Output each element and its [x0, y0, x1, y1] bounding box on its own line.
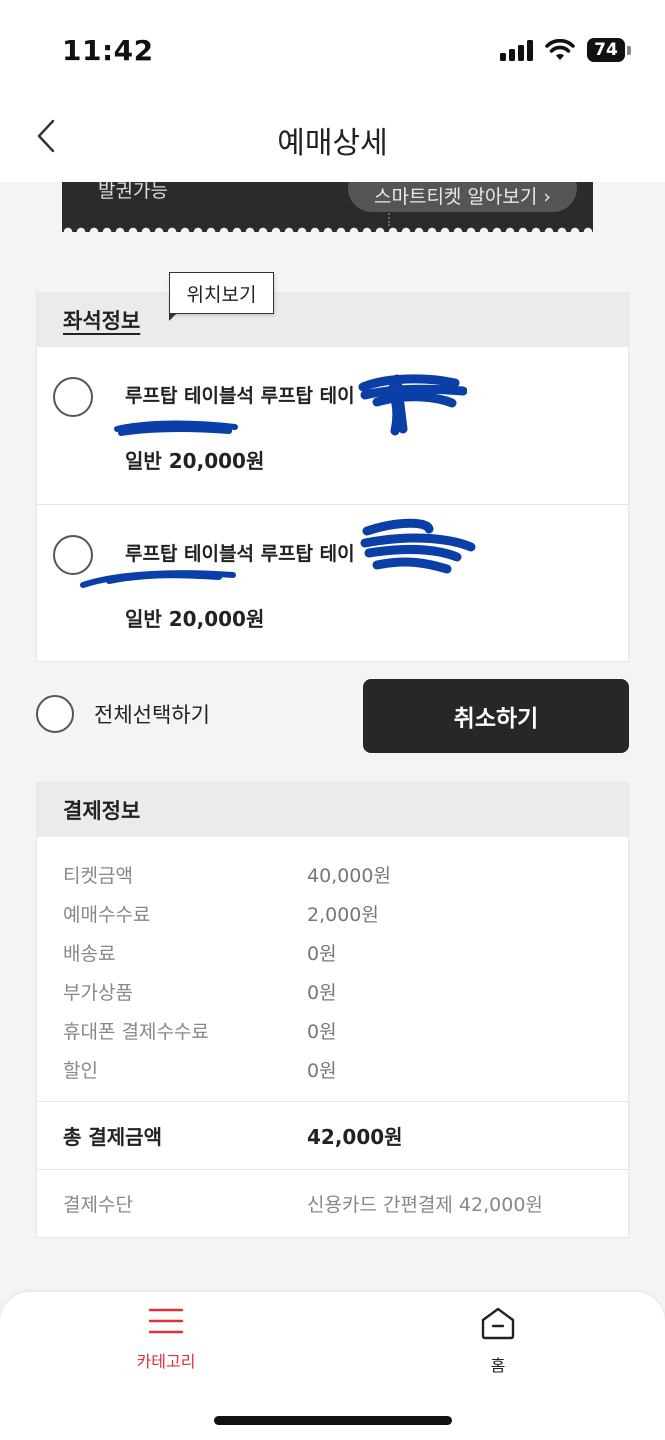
battery-level: 74 — [587, 38, 625, 62]
tab-home-label: 홈 — [490, 1356, 506, 1375]
home-icon — [481, 1307, 515, 1340]
payment-label: 예매수수료 — [63, 904, 151, 926]
select-all-radio[interactable] — [36, 695, 74, 733]
payment-row: 예매수수료 2,000원 — [37, 894, 628, 933]
ticket-stub: 발권가능 스마트티켓 알아보기 › — [62, 182, 593, 232]
payment-breakdown: 티켓금액 40,000원 예매수수료 2,000원 배송료 0원 부가상품 0원… — [37, 837, 628, 1102]
select-all-control[interactable]: 전체선택하기 — [36, 695, 210, 733]
location-tooltip[interactable]: 위치보기 — [169, 272, 274, 314]
cancel-button[interactable]: 취소하기 — [363, 679, 629, 753]
smart-ticket-button[interactable]: 스마트티켓 알아보기 › — [348, 182, 577, 212]
payment-value: 0원 — [307, 943, 337, 965]
seat-price: 일반 20,000원 — [125, 607, 265, 631]
tab-category-label: 카테고리 — [136, 1352, 196, 1371]
seat-name: 루프탑 테이블석 루프탑 테이 — [125, 543, 355, 565]
payment-label: 부가상품 — [63, 982, 133, 1004]
tab-category[interactable]: 카테고리 — [96, 1306, 236, 1386]
payment-info-card: 결제정보 티켓금액 40,000원 예매수수료 2,000원 배송료 0원 부가… — [36, 782, 629, 1238]
redaction-scribble — [358, 374, 467, 436]
seat-price: 일반 20,000원 — [125, 449, 265, 473]
payment-row: 할인 0원 — [37, 1050, 628, 1089]
seat-radio[interactable] — [53, 535, 93, 575]
total-label: 총 결제금액 — [63, 1125, 162, 1149]
wifi-icon — [545, 39, 575, 60]
select-all-label: 전체선택하기 — [94, 703, 210, 727]
status-icons: 74 — [500, 38, 631, 62]
payment-value: 0원 — [307, 1060, 337, 1082]
payment-label: 휴대폰 결제수수료 — [63, 1021, 209, 1043]
method-value: 신용카드 간편결제 42,000원 — [307, 1193, 543, 1216]
payment-label: 티켓금액 — [63, 865, 133, 887]
hamburger-menu-icon — [148, 1308, 184, 1334]
payment-value: 0원 — [307, 982, 337, 1004]
seat-row[interactable]: 루프탑 테이블석 루프탑 테이 일반 20,000원 — [37, 347, 628, 504]
issue-status: 발권가능 — [98, 182, 168, 202]
payment-info-title: 결제정보 — [37, 783, 628, 837]
seat-row[interactable]: 루프탑 테이블석 루프탑 테이 일반 20,000원 — [37, 504, 628, 661]
payment-value: 0원 — [307, 1021, 337, 1043]
payment-total-row: 총 결제금액 42,000원 — [37, 1102, 628, 1170]
nav-bar: 예매상세 — [0, 100, 665, 182]
status-bar: 11:42 74 — [0, 0, 665, 100]
seat-info-title[interactable]: 좌석정보 — [63, 305, 140, 335]
seat-radio[interactable] — [53, 377, 93, 417]
tooltip-tail — [169, 313, 177, 321]
payment-row: 부가상품 0원 — [37, 972, 628, 1011]
redaction-scribble — [80, 570, 236, 588]
redaction-scribble — [360, 518, 476, 574]
total-value: 42,000원 — [307, 1125, 403, 1149]
payment-row: 휴대폰 결제수수료 0원 — [37, 1011, 628, 1050]
payment-value: 2,000원 — [307, 904, 379, 926]
tab-home[interactable]: 홈 — [428, 1306, 568, 1386]
payment-method-row: 결제수단 신용카드 간편결제 42,000원 — [37, 1170, 628, 1236]
payment-value: 40,000원 — [307, 865, 391, 887]
page-title: 예매상세 — [277, 126, 388, 161]
seat-info-card: 좌석정보 루프탑 테이블석 루프탑 테이 일반 20,000원 루프탑 테이블석… — [36, 292, 629, 662]
battery-icon: 74 — [587, 38, 631, 62]
home-indicator — [214, 1416, 452, 1425]
ticket-perforation — [62, 226, 593, 232]
payment-label: 배송료 — [63, 943, 116, 965]
payment-row: 배송료 0원 — [37, 933, 628, 972]
method-label: 결제수단 — [63, 1193, 133, 1216]
cellular-signal-icon — [500, 39, 533, 61]
payment-row: 티켓금액 40,000원 — [37, 855, 628, 894]
redaction-scribble — [114, 420, 238, 436]
status-time: 11:42 — [62, 34, 154, 67]
seat-info-header: 좌석정보 — [37, 293, 628, 347]
seat-name: 루프탑 테이블석 루프탑 테이 — [125, 385, 355, 407]
payment-label: 할인 — [63, 1060, 98, 1082]
